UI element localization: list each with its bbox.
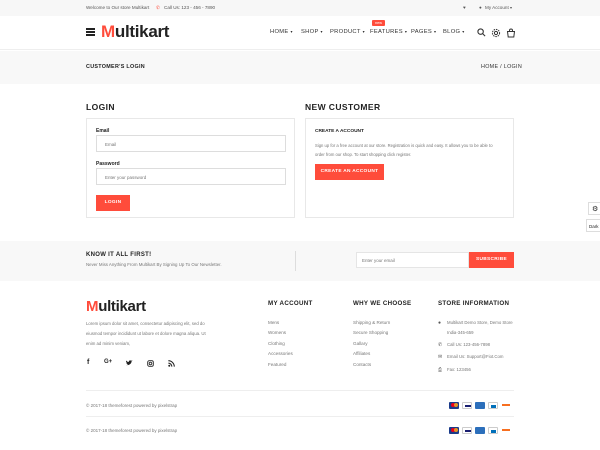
my-account-link[interactable]: My Account <box>485 5 509 10</box>
create-account-button[interactable]: CREATE AN ACCOUNT <box>315 164 384 180</box>
login-button[interactable]: LOGIN <box>96 195 130 211</box>
facebook-icon[interactable]: f <box>87 359 89 366</box>
nav-blog[interactable]: BLOG ▾ <box>443 29 465 35</box>
footer-link-secure-shopping[interactable]: Secure Shopping <box>353 330 388 335</box>
top-bar: Welcome to Our store Multikart ✆ Call Us… <box>0 0 600 16</box>
footer-about-1: Lorem ipsum dolor sit amet, consectetur … <box>86 321 205 326</box>
subscribe-button[interactable]: SUBSCRIBE <box>469 252 514 268</box>
side-settings-tab[interactable]: ⚙ <box>588 202 600 215</box>
main-header: Multikart new HOME ▾ SHOP ▾ PRODUCT ▾ FE… <box>0 16 600 50</box>
nav-home[interactable]: HOME ▾ <box>270 29 293 35</box>
settings-gear-icon[interactable] <box>491 28 501 38</box>
nav-product[interactable]: PRODUCT ▾ <box>330 29 365 35</box>
newsletter-email-input[interactable]: Enter your email <box>356 252 469 268</box>
twitter-icon[interactable] <box>126 360 133 366</box>
footer-link-clothing[interactable]: Clothing <box>268 341 285 346</box>
breadcrumb-band: CUSTOMER'S LOGIN HOME / LOGIN <box>0 51 600 84</box>
footer-link-womens[interactable]: Womens <box>268 330 286 335</box>
newsletter-title: KNOW IT ALL FIRST! <box>86 252 152 258</box>
visa-icon <box>462 427 472 434</box>
account-chevron-down-icon[interactable]: ▾ <box>510 5 512 10</box>
footer-link-contacts[interactable]: Contacts <box>353 362 371 367</box>
footer-divider-1 <box>86 390 514 391</box>
phone-icon: ✆ <box>156 5 160 10</box>
newsletter-subtitle: Never Miss Anything From Multikart By Si… <box>86 262 222 267</box>
nav-features[interactable]: FEATURES ▾ <box>370 29 407 35</box>
email-label: Email <box>96 128 110 134</box>
newsletter-band: KNOW IT ALL FIRST! Never Miss Anything F… <box>0 241 600 281</box>
store-address-1: Multikart Demo Store, Demo Store <box>447 320 513 325</box>
footer-link-shipping[interactable]: Shipping & Return <box>353 320 390 325</box>
store-email-icon: ✉ <box>438 354 443 360</box>
user-icon: ● <box>479 5 482 10</box>
footer-link-gallary[interactable]: Gallary <box>353 341 368 346</box>
copyright-text-2: © 2017-18 themeforest powered by pixelst… <box>86 428 178 433</box>
newsletter-divider <box>295 251 296 271</box>
store-fax-icon: ⎙ <box>438 367 443 373</box>
new-customer-panel: CREATE A ACCOUNT Sign up for a free acco… <box>305 118 514 218</box>
footer-my-account-title: MY ACCOUNT <box>268 300 313 307</box>
nav-pages[interactable]: PAGES ▾ <box>411 29 436 35</box>
nav-shop[interactable]: SHOP ▾ <box>301 29 323 35</box>
new-customer-title: NEW CUSTOMER <box>305 102 381 112</box>
google-plus-icon[interactable]: G+ <box>104 359 112 365</box>
discover-icon <box>501 402 511 409</box>
rss-icon[interactable] <box>168 359 175 367</box>
search-icon[interactable] <box>477 28 486 37</box>
dark-mode-toggle[interactable]: Dark <box>586 219 600 232</box>
copyright-text-1: © 2017-18 themeforest powered by pixelst… <box>86 403 178 408</box>
footer-logo[interactable]: Multikart <box>86 298 146 315</box>
hamburger-menu-icon[interactable] <box>86 28 95 36</box>
wishlist-heart-icon[interactable]: ♥ <box>463 5 466 10</box>
footer-store-info-title: STORE INFORMATION <box>438 300 510 307</box>
store-email[interactable]: Email Us: Support@Fiot.Com <box>447 354 503 359</box>
paypal-icon <box>488 402 498 409</box>
page-title: CUSTOMER'S LOGIN <box>86 64 145 70</box>
logo[interactable]: Multikart <box>101 22 169 42</box>
breadcrumb[interactable]: HOME / LOGIN <box>481 64 522 70</box>
amex-icon <box>475 402 485 409</box>
amex-icon <box>475 427 485 434</box>
footer-link-accessories[interactable]: Accessories <box>268 351 293 356</box>
password-label: Password <box>96 161 120 167</box>
store-phone: Call Us: 123-456-7898 <box>447 342 490 347</box>
phone-text: Call Us: 123 - 456 - 7890 <box>164 5 216 10</box>
payment-icons-1 <box>449 402 519 410</box>
footer-link-featured[interactable]: Featured <box>268 362 286 367</box>
store-address-2: India-345-659 <box>447 330 474 335</box>
paypal-icon <box>488 427 498 434</box>
cart-icon[interactable] <box>506 28 516 38</box>
footer-divider-2 <box>86 416 514 417</box>
payment-icons-2 <box>449 427 519 435</box>
password-field[interactable]: Enter your password <box>96 168 286 185</box>
footer-link-affiliates[interactable]: Affiliates <box>353 351 370 356</box>
visa-icon <box>462 402 472 409</box>
store-phone-icon: ✆ <box>438 342 443 348</box>
footer-about-3: enim ad minim veniam, <box>86 341 131 346</box>
map-marker-icon: ● <box>438 320 442 326</box>
side-settings-gear-icon[interactable]: ⚙ <box>592 205 598 213</box>
new-customer-text-1: Sign up for a free account at our store.… <box>315 143 493 148</box>
instagram-icon[interactable] <box>147 359 154 367</box>
discover-icon <box>501 427 511 434</box>
features-new-badge: new <box>372 20 385 26</box>
login-form: Email Email Password Enter your password… <box>86 118 295 218</box>
create-account-heading: CREATE A ACCOUNT <box>315 129 364 134</box>
store-fax: Fax: 123456 <box>447 367 471 372</box>
welcome-text: Welcome to Our store Multikart <box>86 5 150 10</box>
footer-link-mens[interactable]: Mens <box>268 320 279 325</box>
new-customer-text-2: order from our shop. To start shopping c… <box>315 152 412 157</box>
mastercard-icon <box>449 427 459 434</box>
mastercard-icon <box>449 402 459 409</box>
email-field[interactable]: Email <box>96 135 286 152</box>
login-title: LOGIN <box>86 102 115 112</box>
footer-about-2: eiusmod tempor incididunt ut labore et d… <box>86 331 206 336</box>
footer-why-choose-title: WHY WE CHOOSE <box>353 300 412 307</box>
